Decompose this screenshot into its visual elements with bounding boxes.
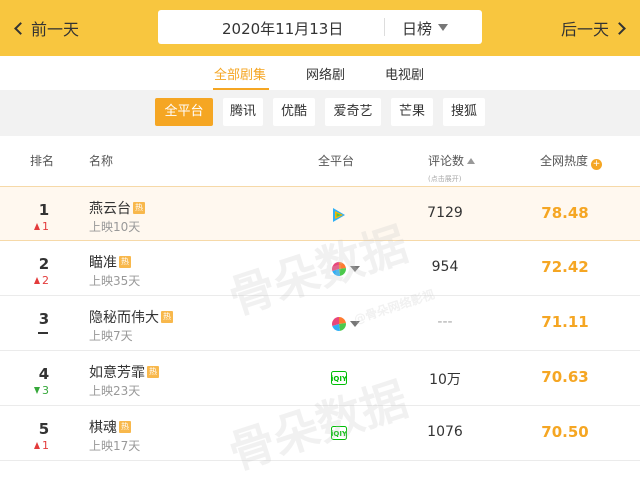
rank-change-up: 1 [34, 439, 49, 452]
comment-count[interactable]: 1076 [400, 424, 490, 440]
platform-tencent-button[interactable]: 腾讯 [223, 98, 263, 126]
tab-all-series[interactable]: 全部剧集 [214, 64, 266, 83]
rank-number: 5 [38, 420, 50, 438]
category-tabs: 全部剧集 网络剧 电视剧 [0, 56, 640, 90]
series-title: 如意芳霏 [89, 365, 145, 381]
rank-number: 1 [38, 201, 50, 219]
hot-badge: 热 [119, 256, 131, 268]
rank-change-value: 1 [42, 439, 49, 452]
heat-score: 70.50 [541, 423, 589, 441]
comment-count[interactable]: 7129 [400, 205, 490, 221]
series-title-link[interactable]: 如意芳霏热 [89, 362, 159, 382]
divider [384, 18, 385, 36]
arrow-up-icon [34, 442, 40, 449]
heat-score: 70.63 [541, 368, 589, 386]
rank-change-up: 1 [34, 220, 49, 233]
ranking-mode-select[interactable]: 日榜 [402, 18, 432, 39]
tab-tv-series[interactable]: 电视剧 [385, 64, 424, 83]
comment-count[interactable]: 954 [400, 259, 490, 275]
chevron-left-icon [14, 21, 27, 35]
series-title: 棋魂 [89, 420, 117, 436]
prev-day-label: 前一天 [31, 20, 80, 39]
prev-day-button[interactable]: 前一天 [14, 16, 80, 40]
days-since-release: 上映23天 [89, 384, 141, 398]
chevron-right-icon [613, 21, 626, 35]
platform-sohu-button[interactable]: 搜狐 [443, 98, 485, 126]
heat-info-icon[interactable]: + [591, 159, 603, 170]
platform-iqiyi-button[interactable]: 爱奇艺 [325, 98, 381, 126]
arrow-up-icon [34, 223, 40, 230]
sort-icon[interactable] [467, 158, 476, 164]
rank-change-value: 2 [42, 274, 49, 287]
multi-platform-icon [332, 317, 346, 331]
days-since-release: 上映17天 [89, 439, 141, 453]
column-name: 名称 [89, 154, 114, 168]
column-heat: 全网热度 + [540, 152, 603, 170]
current-date[interactable]: 2020年11月13日 [222, 18, 343, 39]
comment-count[interactable]: 10万 [400, 369, 490, 389]
series-title: 燕云台 [89, 201, 131, 217]
hot-badge: 热 [133, 202, 145, 214]
series-title: 瞄准 [89, 255, 117, 271]
hot-badge: 热 [119, 421, 131, 433]
platform-expand-caret[interactable] [350, 266, 360, 272]
table-row[interactable]: 5 1 棋魂热 上映17天 iQIY 1076 70.50 [0, 406, 640, 461]
date-nav-bar: 前一天 2020年11月13日 日榜 后一天 [0, 0, 640, 56]
platform-expand-caret[interactable] [350, 321, 360, 327]
caret-down-icon[interactable] [438, 24, 448, 31]
iqiyi-icon: iQIY [331, 426, 347, 440]
tencent-video-icon [333, 208, 345, 222]
column-platform: 全平台 [318, 154, 355, 168]
svg-text:iQIY: iQIY [331, 430, 347, 438]
arrow-up-icon [34, 277, 40, 284]
rank-change-value: 1 [42, 220, 49, 233]
table-row[interactable]: 2 2 瞄准热 上映35天 954 72.42 [0, 241, 640, 296]
hot-badge: 热 [147, 366, 159, 378]
platform-filter-bar: 全平台 腾讯 优酷 爱奇艺 芒果 搜狐 [0, 90, 640, 136]
series-title-link[interactable]: 瞄准热 [89, 252, 131, 272]
heat-score: 71.11 [541, 313, 589, 331]
table-row[interactable]: 4 3 如意芳霏热 上映23天 iQIY 10万 70.63 [0, 351, 640, 406]
series-title-link[interactable]: 燕云台热 [89, 198, 145, 218]
table-row[interactable]: 1 1 燕云台热 上映10天 7129 78.48 [0, 186, 640, 241]
column-heat-label: 全网热度 [540, 154, 589, 168]
column-comments-label: 评论数 [428, 154, 465, 168]
series-title: 隐秘而伟大 [89, 310, 159, 326]
rank-number: 2 [38, 255, 50, 273]
multi-platform-icon [332, 262, 346, 276]
days-since-release: 上映35天 [89, 274, 141, 288]
heat-score: 78.48 [541, 204, 589, 222]
date-selector[interactable]: 2020年11月13日 日榜 [158, 10, 482, 44]
rank-change-flat [38, 332, 48, 334]
rank-change-up: 2 [34, 274, 49, 287]
platform-youku-button[interactable]: 优酷 [273, 98, 315, 126]
days-since-release: 上映10天 [89, 220, 141, 234]
rank-change-down: 3 [34, 384, 49, 397]
days-since-release: 上映7天 [89, 329, 133, 343]
next-day-label: 后一天 [560, 20, 609, 39]
comments-expand-hint[interactable]: (点击展开) [428, 174, 461, 184]
table-header: 排名 名称 全平台 评论数 (点击展开) 全网热度 + [0, 136, 640, 186]
series-title-link[interactable]: 棋魂热 [89, 417, 131, 437]
hot-badge: 热 [161, 311, 173, 323]
table-row[interactable]: 3 隐秘而伟大热 上映7天 --- 71.11 [0, 296, 640, 351]
rank-number: 3 [38, 310, 50, 328]
svg-text:iQIY: iQIY [331, 375, 347, 383]
comment-count: --- [437, 314, 453, 330]
tab-web-series[interactable]: 网络剧 [306, 64, 345, 83]
rank-number: 4 [38, 365, 50, 383]
platform-mango-button[interactable]: 芒果 [391, 98, 433, 126]
iqiyi-icon: iQIY [331, 371, 347, 385]
platform-all-button[interactable]: 全平台 [155, 98, 213, 126]
heat-score: 72.42 [541, 258, 589, 276]
arrow-down-icon [34, 387, 40, 394]
rank-change-value: 3 [42, 384, 49, 397]
series-title-link[interactable]: 隐秘而伟大热 [89, 307, 173, 327]
column-comments[interactable]: 评论数 [428, 152, 476, 169]
next-day-button[interactable]: 后一天 [560, 16, 626, 40]
column-rank: 排名 [30, 154, 55, 168]
